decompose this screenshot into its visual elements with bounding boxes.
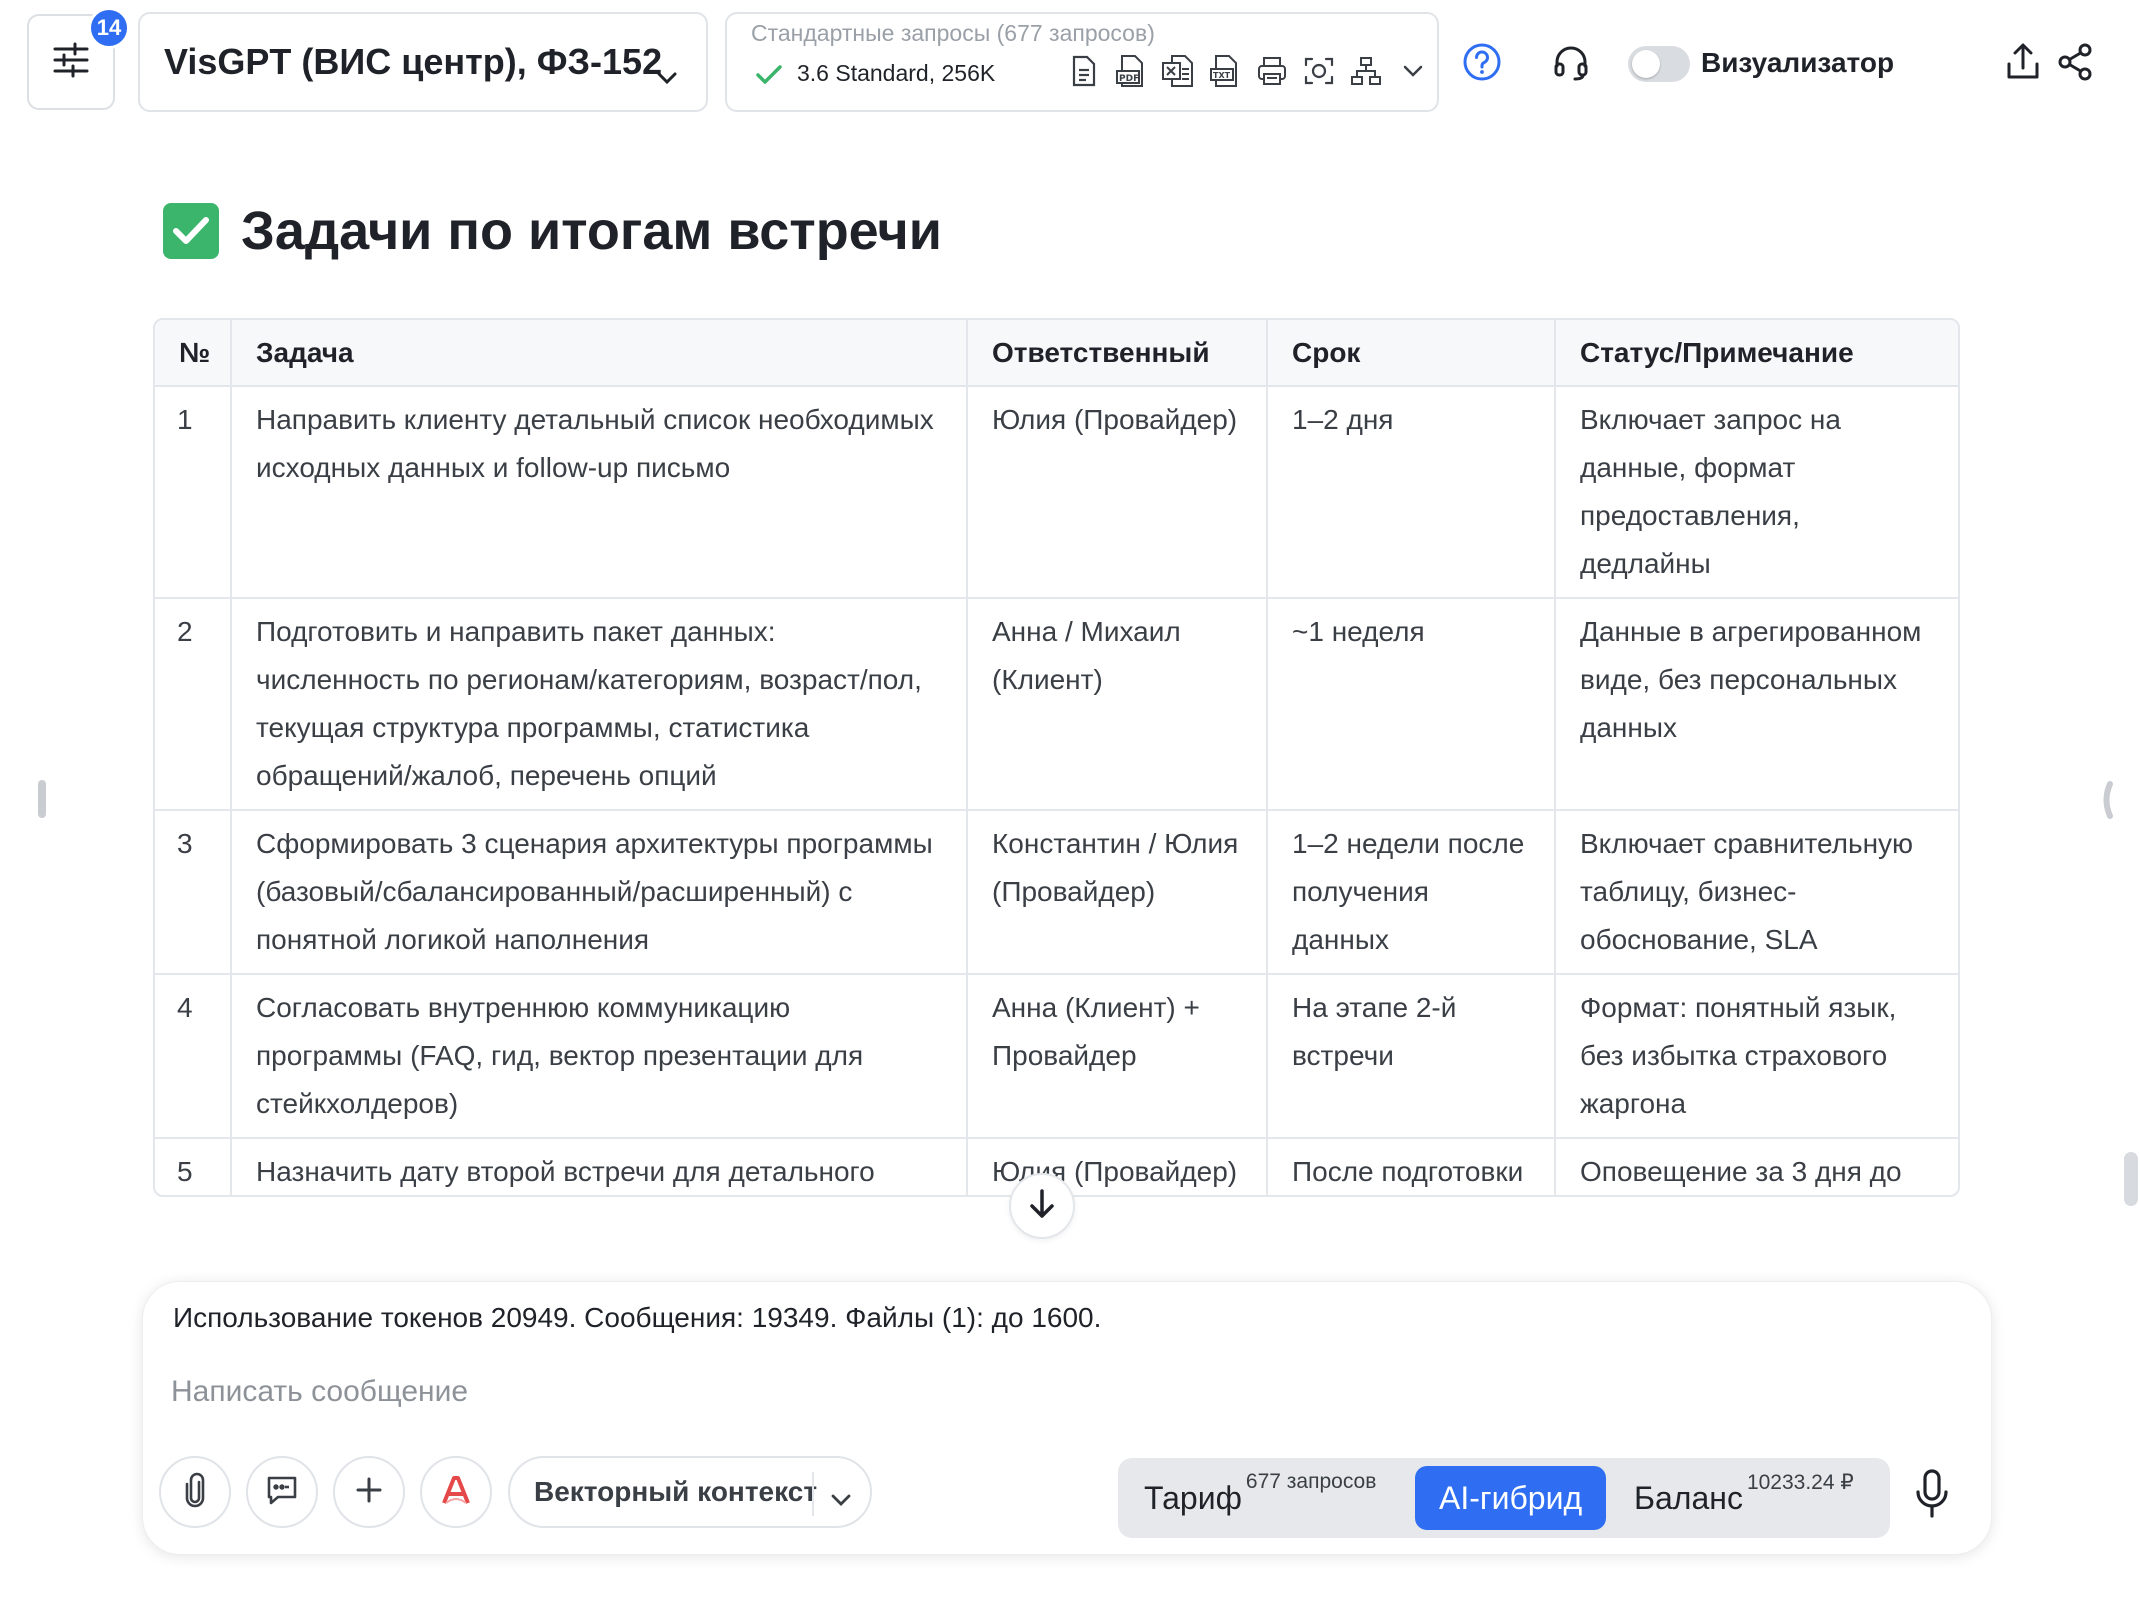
headset-icon[interactable]: [1551, 42, 1591, 87]
table-cell: Назначить дату второй встречи для деталь…: [231, 1138, 968, 1195]
quota-selector[interactable]: Стандартные запросы (677 запросов) 3.6 S…: [725, 12, 1439, 112]
mode-balance-amount: 10233.24 ₽: [1746, 1470, 1854, 1494]
scroll-to-bottom-button[interactable]: [1009, 1173, 1075, 1239]
section-heading: Задачи по итогам встречи: [163, 200, 942, 262]
table-row: 4 Согласовать внутреннюю коммуникацию пр…: [155, 974, 1958, 1139]
toggle-knob: [1632, 50, 1660, 78]
svg-text:PDF: PDF: [1119, 74, 1139, 84]
left-panel-handle[interactable]: [38, 780, 46, 818]
xls-file-icon: [1161, 54, 1195, 88]
doc-file-icon: [1067, 54, 1101, 88]
table-cell: 5: [155, 1138, 232, 1195]
sliders-icon: [51, 40, 91, 85]
table-cell: После подготовки предложений: [1267, 1138, 1556, 1195]
divider: [812, 1472, 814, 1516]
supported-file-types: PDF TXT: [1067, 54, 1430, 88]
print-file-icon: [1255, 54, 1289, 88]
visualizer-label: Визуализатор: [1701, 47, 1895, 78]
upload-icon[interactable]: [2005, 42, 2041, 87]
arrow-down-icon: [1028, 1188, 1056, 1225]
app: 14 VisGPT (ВИС центр), ФЗ-152 Стандартны…: [0, 0, 2140, 1600]
table-cell: Анна (Клиент) + Провайдер: [967, 974, 1268, 1139]
table-cell: Подготовить и направить пакет данных: чи…: [231, 598, 968, 811]
context-mode-select[interactable]: Векторный контекст: [508, 1456, 872, 1528]
table-cell: На этапе 2-й встречи: [1267, 974, 1556, 1139]
chat-bubble-icon: [265, 1473, 299, 1512]
model-selector[interactable]: VisGPT (ВИС центр), ФЗ-152: [138, 12, 708, 112]
chevron-down-icon[interactable]: [1396, 54, 1430, 88]
table-cell: Согласовать внутреннюю коммуникацию прог…: [231, 974, 968, 1139]
quota-label: Стандартные запросы (677 запросов): [751, 20, 1155, 46]
table-cell: 3: [155, 810, 232, 975]
microphone-icon[interactable]: [1914, 1468, 1950, 1525]
table-cell: 4: [155, 974, 232, 1139]
table-cell: Оповещение за 3 дня до встречи: [1580, 1156, 1902, 1187]
table-cell: Сформировать 3 сценария архитектуры прог…: [231, 810, 968, 975]
table-cell: 2: [155, 598, 232, 811]
tasks-table: № Задача Ответственный Срок Статус/Приме…: [153, 318, 1960, 1197]
letter-a-icon: [439, 1473, 473, 1512]
table-cell: Юлия (Провайдер): [967, 386, 1268, 599]
table-cell: Юлия (Провайдер): [967, 1138, 1268, 1195]
token-usage-text: Использование токенов 20949. Сообщения: …: [173, 1302, 1102, 1333]
table-cell: 1: [155, 386, 232, 599]
table-cell: ~1 неделя: [1267, 598, 1556, 811]
table-cell: 1–2 недели после получения данных: [1267, 810, 1556, 975]
column-header: №: [155, 320, 232, 387]
table-cell: Данные в агрегированном виде, без персон…: [1555, 598, 1958, 811]
billing-mode-switch: Тариф 677 запросов AI-гибрид Баланс 1023…: [1118, 1458, 1890, 1538]
message-input[interactable]: [171, 1366, 1871, 1418]
mode-tariff-label: Тариф: [1144, 1479, 1242, 1516]
check-box-icon: [163, 203, 219, 259]
table-header-row: № Задача Ответственный Срок Статус/Приме…: [155, 320, 1958, 387]
scan-icon: [1302, 54, 1336, 88]
check-icon: [755, 64, 783, 91]
mode-balance-label: Баланс: [1634, 1479, 1743, 1516]
share-icon[interactable]: [2057, 42, 2093, 87]
plus-icon: [355, 1476, 383, 1509]
table-cell: Включает сравнительную таблицу, бизнес-о…: [1555, 810, 1958, 975]
table-cell: Константин / Юлия (Провайдер): [967, 810, 1268, 975]
quota-model: 3.6 Standard, 256K: [797, 60, 996, 86]
model-name: VisGPT (ВИС центр), ФЗ-152: [164, 41, 663, 82]
context-mode-label: Векторный контекст: [534, 1476, 818, 1507]
chevron-down-icon: [830, 1482, 852, 1514]
message-composer: Использование токенов 20949. Сообщения: …: [142, 1281, 1992, 1555]
column-header: Задача: [231, 320, 968, 387]
pdf-file-icon: PDF: [1114, 54, 1148, 88]
paperclip-icon: [184, 1472, 206, 1513]
mode-tariff[interactable]: Тариф 677 запросов: [1144, 1466, 1376, 1530]
chevron-down-icon: [656, 52, 678, 94]
column-header: Срок: [1267, 320, 1556, 387]
attach-button[interactable]: [159, 1456, 231, 1528]
mode-ai-hybrid[interactable]: AI-гибрид: [1415, 1466, 1607, 1530]
hierarchy-icon: [1349, 54, 1383, 88]
table-cell: Включает запрос на данные, формат предос…: [1555, 386, 1958, 599]
table-row: 3 Сформировать 3 сценария архитектуры пр…: [155, 810, 1958, 975]
table-cell: Формат: понятный язык, без избытка страх…: [1555, 974, 1958, 1139]
mode-balance[interactable]: Баланс 10233.24 ₽: [1634, 1466, 1854, 1530]
help-icon[interactable]: [1462, 42, 1502, 87]
table-cell: Направить клиенту детальный список необх…: [231, 386, 968, 599]
table-cell: 1–2 дня: [1267, 386, 1556, 599]
add-button[interactable]: [333, 1456, 405, 1528]
txt-file-icon: TXT: [1208, 54, 1242, 88]
table-row: 1 Направить клиенту детальный список нео…: [155, 386, 1958, 599]
mode-ai-hybrid-label: AI-гибрид: [1439, 1479, 1583, 1516]
table-cell: Анна / Михаил (Клиент): [967, 598, 1268, 811]
visualizer-toggle[interactable]: [1628, 46, 1690, 82]
scrollbar-thumb[interactable]: [2124, 1152, 2138, 1206]
mode-tariff-quota: 677 запросов: [1245, 1470, 1377, 1493]
prompts-button[interactable]: [246, 1456, 318, 1528]
svg-text:TXT: TXT: [1213, 71, 1231, 80]
table-row: 2 Подготовить и направить пакет данных: …: [155, 598, 1958, 811]
column-header: Статус/Примечание: [1555, 320, 1958, 387]
column-header: Ответственный: [967, 320, 1268, 387]
settings-count-badge: 14: [88, 7, 130, 49]
spellcheck-button[interactable]: [420, 1456, 492, 1528]
page-title: Задачи по итогам встречи: [241, 201, 942, 261]
right-panel-handle[interactable]: [2098, 780, 2116, 825]
